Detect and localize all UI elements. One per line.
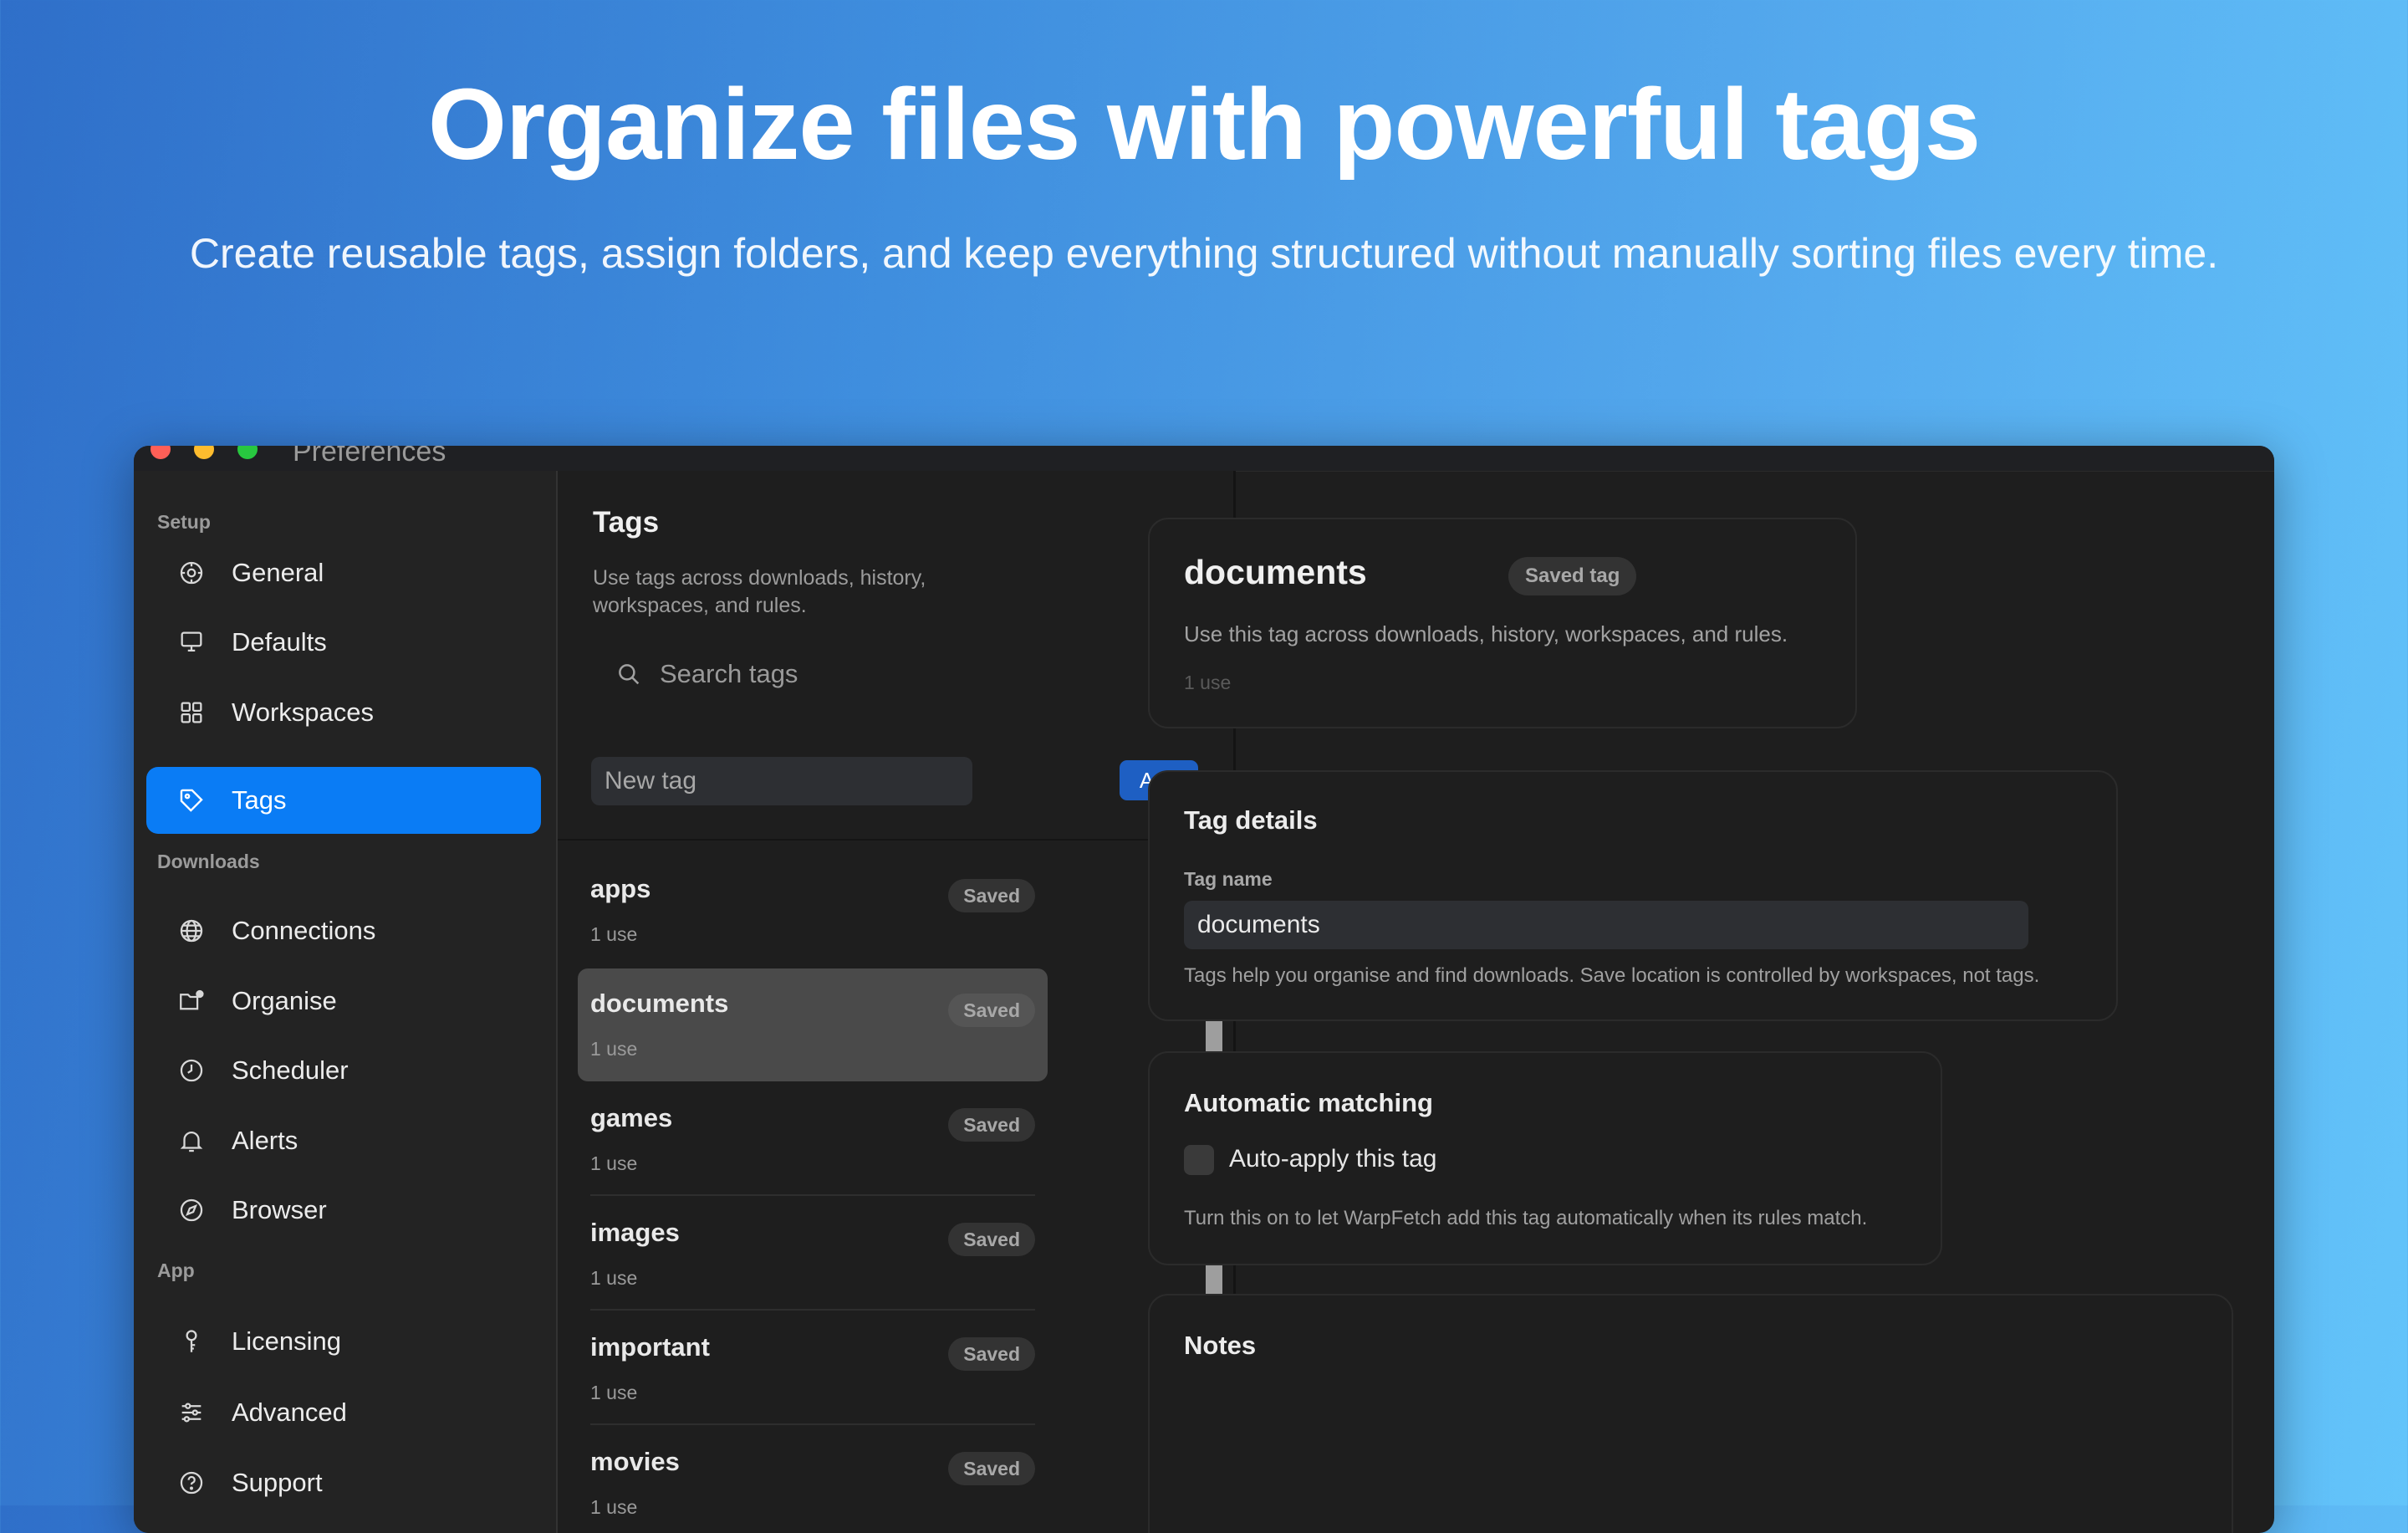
sidebar-item-alerts[interactable]: Alerts <box>146 1107 541 1174</box>
tag-name: important <box>590 1332 710 1362</box>
preferences-window: Preferences Setup General Defaults Works… <box>134 446 2274 1533</box>
sidebar-section-app: App <box>157 1260 195 1281</box>
tag-name: apps <box>590 874 651 903</box>
status-badge: Saved <box>948 994 1035 1027</box>
sidebar-item-workspaces[interactable]: Workspaces <box>146 679 541 746</box>
tag-use-count: 1 use <box>590 1267 638 1289</box>
question-icon <box>176 1468 207 1498</box>
sidebar-item-browser[interactable]: Browser <box>146 1177 541 1244</box>
tags-panel-description: Use tags across downloads, history, work… <box>593 566 926 617</box>
tag-name-field[interactable] <box>1184 901 2028 949</box>
sidebar-section-setup: Setup <box>157 511 211 533</box>
auto-apply-checkbox[interactable] <box>1184 1145 1214 1175</box>
clock-icon <box>176 1055 207 1086</box>
sidebar-item-label: Alerts <box>232 1126 298 1155</box>
sidebar-item-label: General <box>232 558 324 587</box>
sidebar-item-label: Defaults <box>232 627 327 657</box>
sidebar: Setup General Defaults Workspaces Tags D… <box>134 471 558 1533</box>
auto-apply-label[interactable]: Auto-apply this tag <box>1229 1145 1436 1173</box>
sidebar-item-label: Tags <box>232 785 287 815</box>
sidebar-section-downloads: Downloads <box>157 851 260 872</box>
tag-row-documents[interactable]: documents 1 use Saved <box>578 968 1048 1081</box>
globe-icon <box>176 916 207 946</box>
tag-icon <box>176 785 207 815</box>
automatic-matching-heading: Automatic matching <box>1184 1088 1433 1117</box>
tag-name: images <box>590 1218 680 1247</box>
tag-row-images[interactable]: images 1 use Saved <box>578 1198 1048 1311</box>
zoom-window-button[interactable] <box>237 446 258 459</box>
compass-icon <box>176 1195 207 1225</box>
grid-icon <box>176 698 207 728</box>
sidebar-item-tags[interactable]: Tags <box>146 767 541 834</box>
sidebar-item-label: Browser <box>232 1195 327 1224</box>
window-title: Preferences <box>293 446 446 468</box>
sidebar-item-licensing[interactable]: Licensing <box>146 1308 541 1375</box>
bell-icon <box>176 1126 207 1156</box>
divider <box>558 839 1233 841</box>
tag-detail-use-count: 1 use <box>1184 672 1232 693</box>
sliders-icon <box>176 1398 207 1428</box>
tags-panel-title: Tags <box>593 506 660 539</box>
notes-heading: Notes <box>1184 1331 1257 1360</box>
search-bar <box>615 659 1011 689</box>
tag-details-heading: Tag details <box>1184 805 1318 835</box>
folder-gear-icon <box>176 986 207 1016</box>
tag-row-apps[interactable]: apps 1 use Saved <box>578 854 1048 967</box>
search-icon <box>619 664 640 685</box>
tag-use-count: 1 use <box>590 1496 638 1518</box>
monitor-icon <box>176 627 207 657</box>
close-window-button[interactable] <box>150 446 171 459</box>
minimize-window-button[interactable] <box>194 446 214 459</box>
sidebar-item-defaults[interactable]: Defaults <box>146 609 541 676</box>
status-badge: Saved <box>948 879 1035 912</box>
divider <box>590 1423 1035 1425</box>
divider <box>590 1194 1035 1196</box>
new-tag-input[interactable] <box>591 757 972 805</box>
tag-name: documents <box>590 989 729 1018</box>
tag-name: movies <box>590 1447 680 1476</box>
sidebar-item-connections[interactable]: Connections <box>146 897 541 964</box>
status-badge: Saved tag <box>1508 557 1637 595</box>
sidebar-item-advanced[interactable]: Advanced <box>146 1379 541 1446</box>
sidebar-item-general[interactable]: General <box>146 539 541 606</box>
tag-row-movies[interactable]: movies 1 use Saved <box>578 1427 1048 1533</box>
sidebar-item-label: Support <box>232 1468 323 1497</box>
auto-apply-help: Turn this on to let WarpFetch add this t… <box>1184 1207 1868 1229</box>
tag-detail-description: Use this tag across downloads, history, … <box>1184 621 1788 646</box>
sidebar-item-label: Licensing <box>232 1326 341 1356</box>
sidebar-item-organise[interactable]: Organise <box>146 968 541 1035</box>
sidebar-item-label: Workspaces <box>232 698 374 727</box>
tag-name-help: Tags help you organise and find download… <box>1184 964 2040 987</box>
key-icon <box>176 1326 207 1357</box>
title-bar: Preferences <box>134 446 2274 472</box>
hero-title: Organize files with powerful tags <box>427 67 1981 181</box>
tag-row-important[interactable]: important 1 use Saved <box>578 1312 1048 1425</box>
tag-name: games <box>590 1103 673 1132</box>
tag-use-count: 1 use <box>590 923 638 945</box>
sidebar-item-label: Scheduler <box>232 1055 349 1085</box>
tag-detail-title: documents <box>1184 553 1367 591</box>
tag-name-label: Tag name <box>1184 868 1273 890</box>
hero-subtitle: Create reusable tags, assign folders, an… <box>189 230 2219 277</box>
status-badge: Saved <box>948 1223 1035 1256</box>
search-input[interactable] <box>660 659 1011 689</box>
tag-use-count: 1 use <box>590 1038 638 1060</box>
notes-card <box>1148 1294 2233 1533</box>
tag-use-count: 1 use <box>590 1382 638 1403</box>
status-badge: Saved <box>948 1452 1035 1485</box>
divider <box>590 1309 1035 1311</box>
tag-row-games[interactable]: games 1 use Saved <box>578 1083 1048 1196</box>
sidebar-item-label: Connections <box>232 916 376 945</box>
sidebar-item-label: Organise <box>232 986 337 1015</box>
status-badge: Saved <box>948 1108 1035 1142</box>
sidebar-item-scheduler[interactable]: Scheduler <box>146 1037 541 1104</box>
sidebar-item-support[interactable]: Support <box>146 1449 541 1516</box>
tags-panel: Tags Use tags across downloads, history,… <box>558 471 1236 1533</box>
tag-use-count: 1 use <box>590 1152 638 1174</box>
status-badge: Saved <box>948 1337 1035 1371</box>
gear-icon <box>176 558 207 588</box>
sidebar-item-label: Advanced <box>232 1398 347 1427</box>
